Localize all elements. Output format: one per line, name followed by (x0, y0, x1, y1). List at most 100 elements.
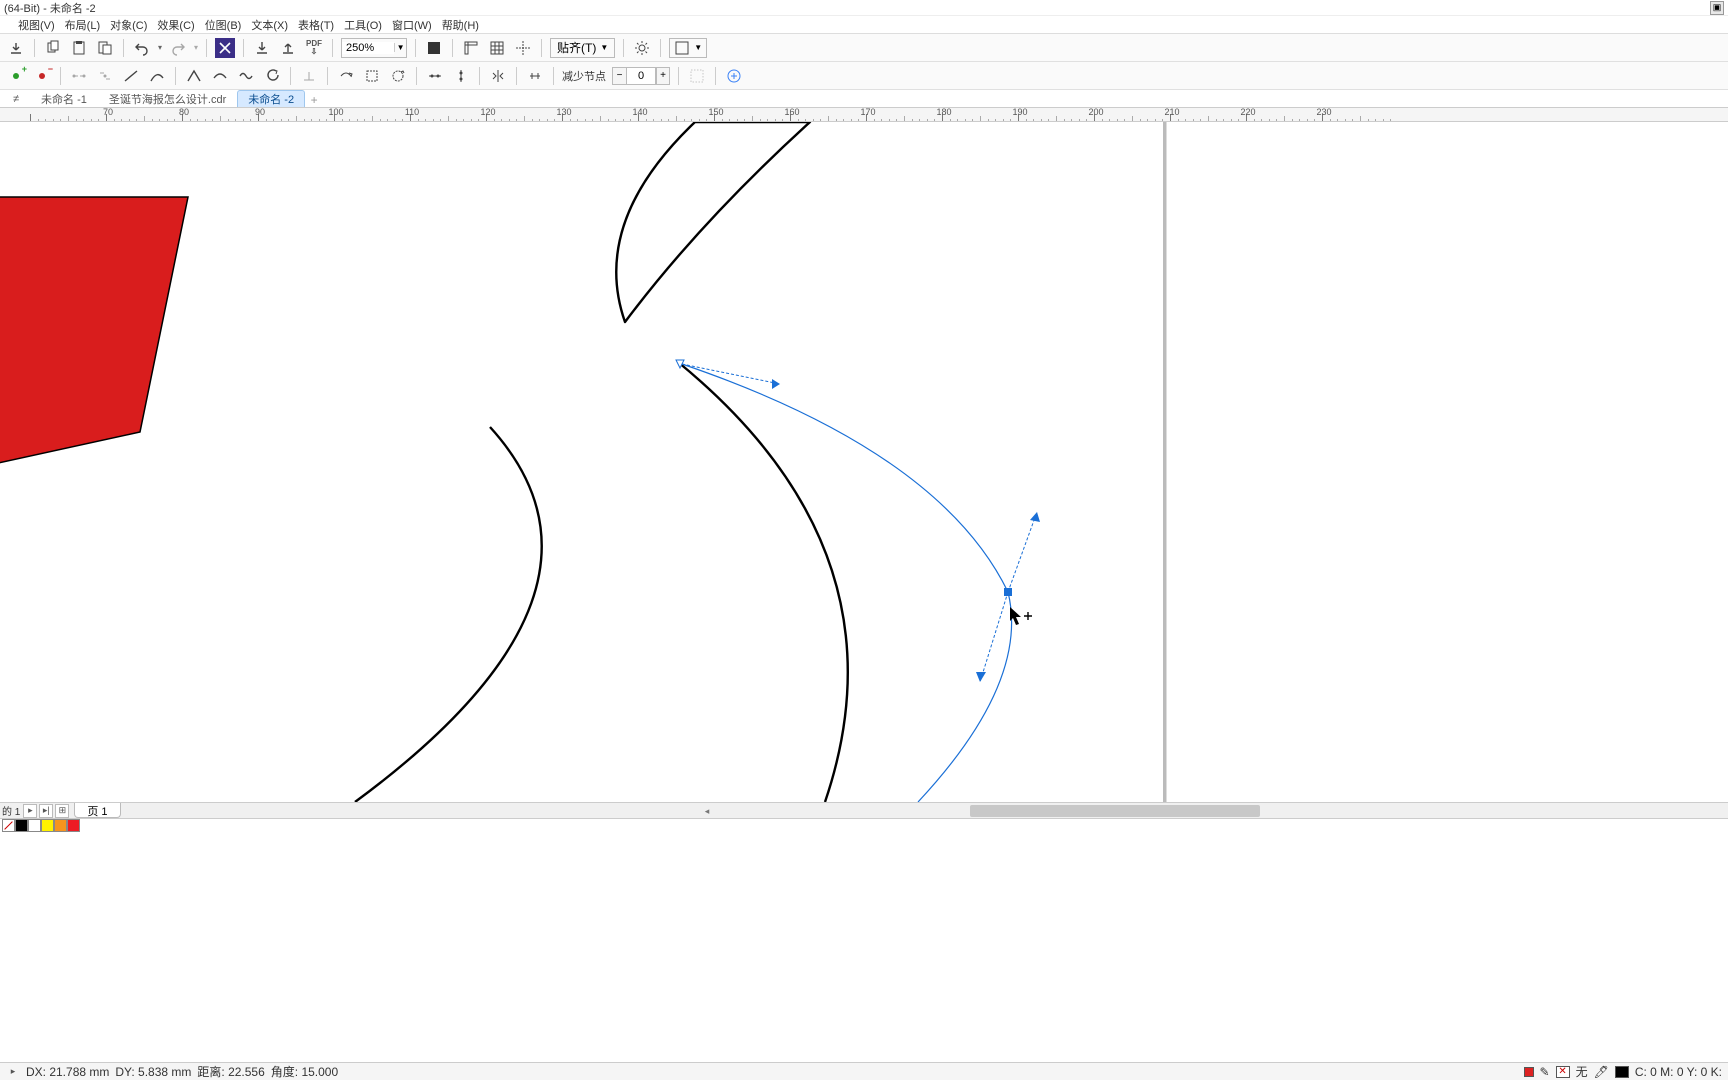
undo-button[interactable] (132, 38, 152, 58)
menu-window[interactable]: 窗口(W) (388, 16, 436, 34)
drawing-canvas[interactable] (0, 122, 1389, 802)
zoom-dropdown-icon[interactable]: ▼ (394, 43, 406, 52)
break-node-icon[interactable] (95, 66, 115, 86)
extract-icon[interactable] (336, 66, 356, 86)
status-dy: DY: 5.838 mm (115, 1065, 191, 1079)
hscroll[interactable]: ◂ (700, 804, 1728, 818)
control-handle[interactable] (1008, 512, 1037, 592)
grid-icon[interactable] (487, 38, 507, 58)
menu-help[interactable]: 帮助(H) (438, 16, 483, 34)
launch-icon[interactable] (215, 38, 235, 58)
align-v-icon[interactable] (451, 66, 471, 86)
separator (623, 39, 624, 57)
doc-tab[interactable]: 未命名 -1 (30, 90, 98, 107)
export-up-icon[interactable] (278, 38, 298, 58)
no-fill-swatch[interactable] (2, 819, 15, 832)
launch-dropdown[interactable]: ▼ (669, 38, 707, 58)
editing-curve[interactable] (682, 364, 1012, 802)
zoom-input[interactable] (342, 42, 394, 54)
separator (290, 67, 291, 85)
black-curve-mid[interactable] (678, 362, 848, 802)
rotate-icon[interactable] (388, 66, 408, 86)
add-page-icon[interactable]: ⊞ (55, 804, 69, 818)
minus-icon[interactable]: − (612, 67, 626, 85)
last-page-icon[interactable]: ▸| (39, 804, 53, 818)
import-icon[interactable] (252, 38, 272, 58)
menu-table[interactable]: 表格(T) (294, 16, 338, 34)
extend-icon[interactable] (299, 66, 319, 86)
page-tab[interactable]: 页 1 (74, 803, 120, 818)
color-swatch[interactable] (15, 819, 28, 832)
color-swatch[interactable] (67, 819, 80, 832)
separator (123, 39, 124, 57)
horizontal-ruler[interactable]: 7080901001101201301401501601701801902002… (0, 108, 1728, 122)
separator (332, 39, 333, 57)
align-h-icon[interactable] (425, 66, 445, 86)
clipboard-icon[interactable] (95, 38, 115, 58)
delete-node-button[interactable]: − (32, 66, 52, 86)
cusp-node-icon[interactable] (184, 66, 204, 86)
menu-bitmap[interactable]: 位图(B) (201, 16, 246, 34)
join-nodes-icon[interactable] (69, 66, 89, 86)
no-fill-indicator[interactable] (1556, 1066, 1570, 1078)
pen-icon[interactable]: 🖊 (1594, 1065, 1609, 1079)
collapse-icon[interactable]: ▸ (6, 1065, 20, 1079)
black-curve-left[interactable] (355, 427, 542, 802)
node-count-spinner[interactable]: − + (612, 67, 670, 85)
add-tab-icon[interactable]: + (305, 93, 323, 107)
zoom-level[interactable]: ▼ (341, 38, 407, 58)
pdf-icon[interactable]: PDF⇩ (304, 38, 324, 58)
options-icon[interactable] (632, 38, 652, 58)
color-proof-icon[interactable] (1524, 1067, 1534, 1077)
bounding-box-icon[interactable] (724, 66, 744, 86)
status-angle: 角度: 15.000 (271, 1063, 338, 1080)
restore-icon[interactable]: ▣ (1710, 1, 1724, 15)
canvas-area[interactable] (0, 122, 1728, 802)
add-node-button[interactable]: + (6, 66, 26, 86)
status-distance: 距离: 22.556 (197, 1063, 264, 1080)
color-swatch[interactable] (41, 819, 54, 832)
rulers-icon[interactable] (461, 38, 481, 58)
to-curve-icon[interactable] (147, 66, 167, 86)
copy-icon[interactable] (43, 38, 63, 58)
menu-text[interactable]: 文本(X) (247, 16, 292, 34)
pen-icon[interactable]: ✎ (1540, 1065, 1550, 1079)
menu-layout[interactable]: 布局(L) (61, 16, 104, 34)
red-shape[interactable] (0, 197, 188, 467)
title-bar: (64-Bit) - 未命名 -2 ▣ (0, 0, 1728, 16)
redo-button[interactable] (168, 38, 188, 58)
elastic-icon[interactable] (525, 66, 545, 86)
export-icon[interactable] (6, 38, 26, 58)
menu-item[interactable] (4, 24, 12, 26)
guides-icon[interactable] (513, 38, 533, 58)
symmetric-node-icon[interactable] (236, 66, 256, 86)
stretch-icon[interactable] (362, 66, 382, 86)
snap-button[interactable]: 贴齐(T) ▼ (550, 38, 615, 58)
menu-effects[interactable]: 效果(C) (153, 16, 198, 34)
smooth-node-icon[interactable] (210, 66, 230, 86)
reflect-h-icon[interactable] (488, 66, 508, 86)
hscroll-thumb[interactable] (970, 805, 1260, 817)
control-handle[interactable] (682, 364, 780, 384)
reverse-icon[interactable] (262, 66, 282, 86)
menu-object[interactable]: 对象(C) (106, 16, 151, 34)
separator (660, 39, 661, 57)
scroll-left-icon[interactable]: ◂ (700, 804, 714, 818)
paste-icon[interactable] (69, 38, 89, 58)
doc-tab[interactable]: ≠ (2, 90, 30, 107)
select-all-nodes-icon[interactable] (687, 66, 707, 86)
fullscreen-icon[interactable] (424, 38, 444, 58)
color-swatch[interactable] (54, 819, 67, 832)
outline-color-indicator[interactable] (1615, 1066, 1629, 1078)
color-swatch[interactable] (28, 819, 41, 832)
next-page-icon[interactable]: ▸ (23, 804, 37, 818)
menu-tools[interactable]: 工具(O) (340, 16, 386, 34)
menu-view[interactable]: 视图(V) (14, 16, 59, 34)
doc-tab[interactable]: 圣诞节海报怎么设计.cdr (98, 90, 237, 107)
plus-icon[interactable]: + (656, 67, 670, 85)
black-curve-top[interactable] (616, 122, 810, 322)
to-line-icon[interactable] (121, 66, 141, 86)
snap-label: 贴齐(T) (557, 39, 596, 56)
node-count-input[interactable] (626, 67, 656, 85)
doc-tab-active[interactable]: 未命名 -2 (237, 90, 305, 107)
